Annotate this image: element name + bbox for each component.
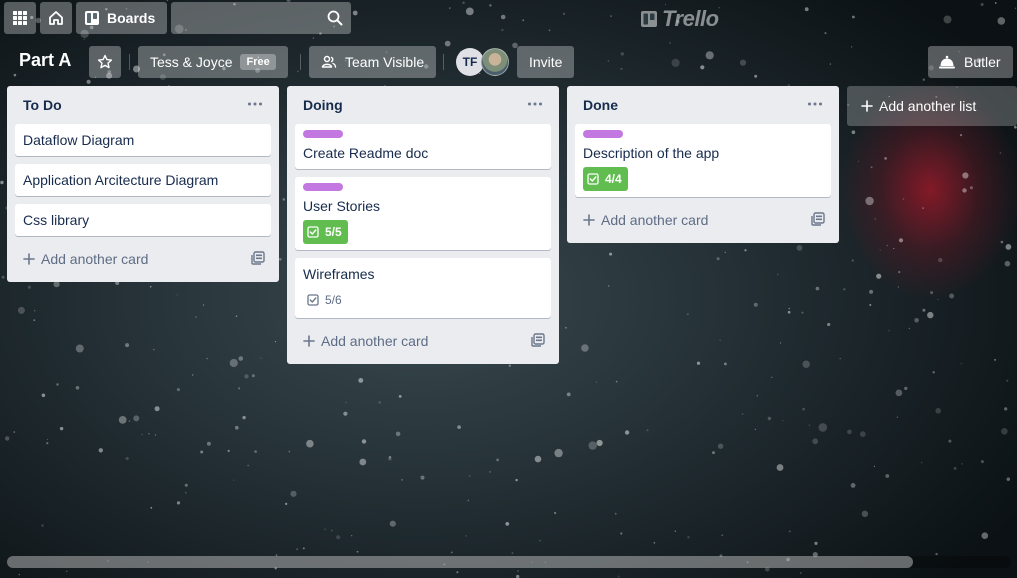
apps-button[interactable] xyxy=(4,2,36,34)
template-icon[interactable] xyxy=(531,333,545,347)
checklist-count: 5/6 xyxy=(325,293,342,307)
board-header: Part A Tess & Joyce Free Team Visible TF… xyxy=(0,46,1017,78)
trello-logo[interactable]: Trello xyxy=(640,6,719,32)
plus-icon xyxy=(583,214,595,226)
search-icon xyxy=(327,10,343,26)
butler-button[interactable]: Butler xyxy=(928,46,1013,78)
card-create-readme-doc[interactable]: Create Readme doc xyxy=(295,124,551,169)
card-wireframes[interactable]: Wireframes 5/6 xyxy=(295,258,551,318)
grid-icon xyxy=(13,11,27,25)
list-done: Done Description of the app 4/4 Add anot… xyxy=(567,86,839,243)
list-menu-button[interactable] xyxy=(803,94,827,114)
card-dataflow-diagram[interactable]: Dataflow Diagram xyxy=(15,124,271,156)
more-icon xyxy=(528,102,542,106)
star-icon xyxy=(97,54,113,69)
card-title: Create Readme doc xyxy=(303,145,429,161)
horizontal-scrollbar-thumb[interactable] xyxy=(7,556,913,568)
header-separator xyxy=(300,54,301,70)
avatar[interactable]: TF xyxy=(456,48,484,76)
list-doing: Doing Create Readme doc User Stories 5/5… xyxy=(287,86,559,364)
list-menu-button[interactable] xyxy=(523,94,547,114)
team-name: Tess & Joyce xyxy=(150,54,233,70)
card-label[interactable] xyxy=(303,183,343,191)
add-card-button[interactable]: Add another card xyxy=(575,205,831,235)
plus-icon xyxy=(303,335,315,347)
plus-icon xyxy=(861,100,873,112)
bell-icon xyxy=(939,55,955,69)
checklist-icon xyxy=(587,173,599,185)
card-title: User Stories xyxy=(303,198,381,214)
list-header[interactable]: To Do xyxy=(15,86,271,124)
list-header[interactable]: Done xyxy=(575,86,831,124)
more-icon xyxy=(808,102,822,106)
butler-label: Butler xyxy=(964,54,1001,70)
list-title[interactable]: Doing xyxy=(303,97,343,113)
header-separator xyxy=(129,54,130,70)
card-description-of-the-app[interactable]: Description of the app 4/4 xyxy=(575,124,831,197)
home-icon xyxy=(49,11,63,25)
logo-text: Trello xyxy=(662,6,719,31)
card-label[interactable] xyxy=(583,130,623,138)
home-button[interactable] xyxy=(40,2,72,34)
star-board-button[interactable] xyxy=(89,46,121,78)
list-menu-button[interactable] xyxy=(243,94,267,114)
list-title[interactable]: To Do xyxy=(23,97,62,113)
add-card-label: Add another card xyxy=(321,333,429,349)
avatar-photo[interactable] xyxy=(481,48,509,76)
list-header[interactable]: Doing xyxy=(295,86,551,124)
list-to-do: To Do Dataflow Diagram Application Arcit… xyxy=(7,86,279,282)
checklist-badge: 5/6 xyxy=(303,288,348,312)
checklist-icon xyxy=(307,226,319,238)
card-label[interactable] xyxy=(303,130,343,138)
checklist-badge: 5/5 xyxy=(303,220,348,244)
visibility-button[interactable]: Team Visible xyxy=(309,46,437,78)
card-application-architecture-diagram[interactable]: Application Arcitecture Diagram xyxy=(15,164,271,196)
search-input[interactable] xyxy=(171,2,352,34)
invite-button[interactable]: Invite xyxy=(517,46,575,78)
team-button[interactable]: Tess & Joyce Free xyxy=(138,46,288,78)
template-icon[interactable] xyxy=(811,212,825,226)
boards-button[interactable]: Boards xyxy=(76,2,168,34)
checklist-badge: 4/4 xyxy=(583,167,628,191)
card-title: Css library xyxy=(23,212,90,228)
boards-label: Boards xyxy=(107,10,156,26)
more-icon xyxy=(248,102,262,106)
add-card-label: Add another card xyxy=(601,212,709,228)
plan-badge: Free xyxy=(240,54,276,70)
card-title: Dataflow Diagram xyxy=(23,132,135,148)
board-icon xyxy=(85,11,99,25)
trello-logo-icon xyxy=(641,11,657,27)
card-title: Application Arcitecture Diagram xyxy=(23,172,219,188)
checklist-count: 4/4 xyxy=(605,172,622,186)
top-header: Boards Trello xyxy=(0,0,1017,36)
card-css-library[interactable]: Css library xyxy=(15,204,271,236)
list-title[interactable]: Done xyxy=(583,97,618,113)
team-icon xyxy=(321,55,337,68)
add-card-button[interactable]: Add another card xyxy=(295,326,551,356)
board-title[interactable]: Part A xyxy=(19,50,71,71)
checklist-count: 5/5 xyxy=(325,225,342,239)
checklist-icon xyxy=(307,294,319,306)
card-title: Wireframes xyxy=(303,266,375,282)
add-card-button[interactable]: Add another card xyxy=(15,244,271,274)
plus-icon xyxy=(23,253,35,265)
add-list-button[interactable]: Add another list xyxy=(847,86,1017,126)
add-list-label: Add another list xyxy=(879,98,977,114)
visibility-label: Team Visible xyxy=(345,54,425,70)
header-separator xyxy=(443,54,444,70)
card-user-stories[interactable]: User Stories 5/5 xyxy=(295,177,551,250)
card-title: Description of the app xyxy=(583,145,720,161)
template-icon[interactable] xyxy=(251,251,265,265)
add-card-label: Add another card xyxy=(41,251,149,267)
